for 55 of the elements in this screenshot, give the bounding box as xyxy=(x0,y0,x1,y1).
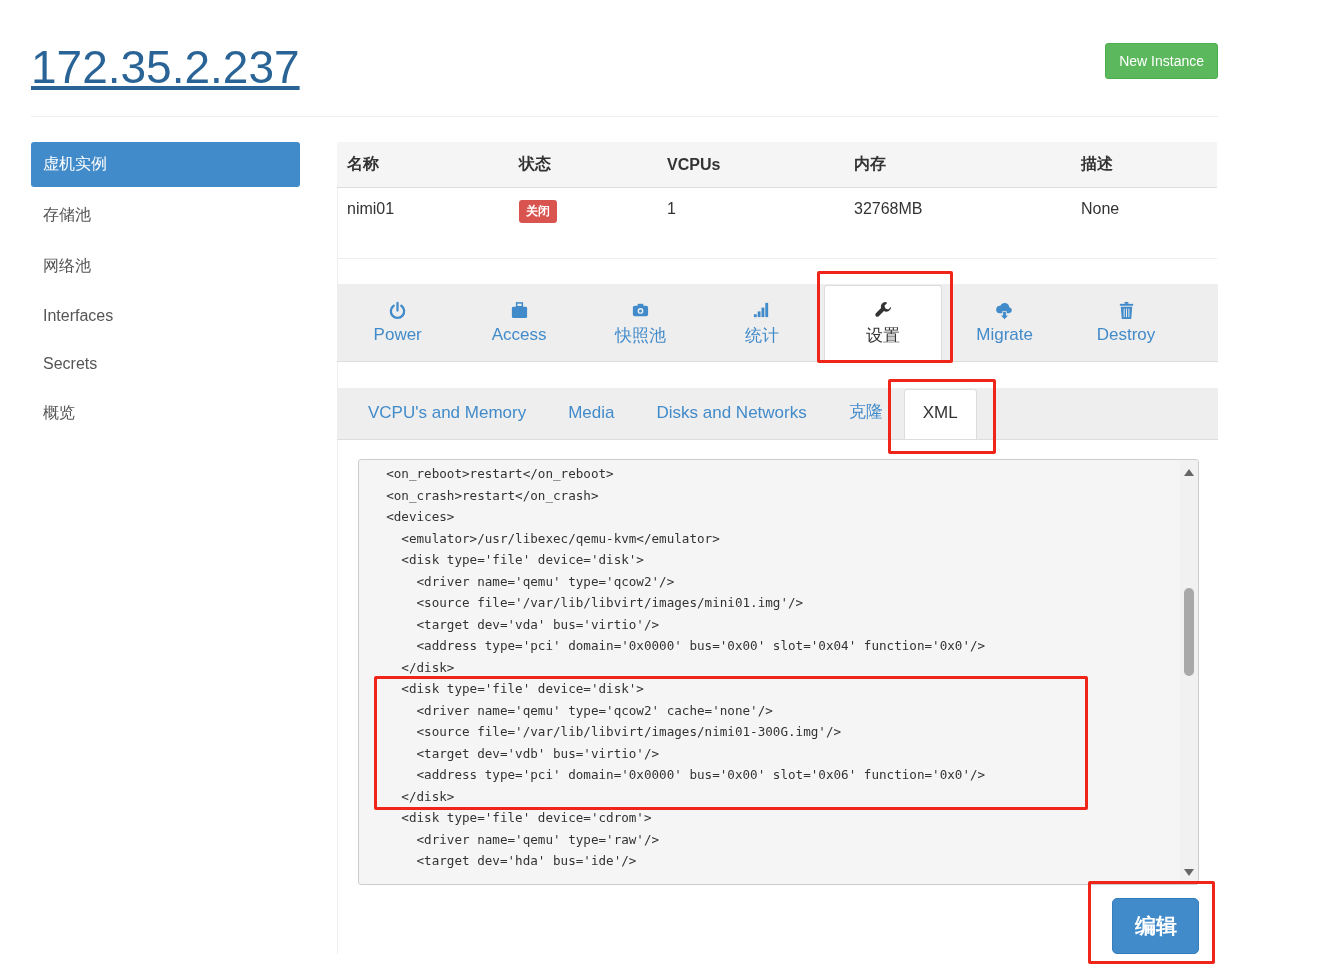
edit-button[interactable]: 编辑 xyxy=(1112,898,1199,954)
settings-tab[interactable]: Disks and Networks xyxy=(635,389,828,439)
sidebar-item[interactable]: Secrets xyxy=(31,343,300,385)
column-header: VCPUs xyxy=(657,142,844,188)
code-line: <emulator>/usr/libexec/qemu-kvm</emulator> xyxy=(400,529,721,548)
action-tab[interactable]: 设置 xyxy=(824,285,943,361)
code-line: <address type='pci' domain='0x0000' bus='0x00' slot='0x04' function='0x0'/> xyxy=(415,637,987,655)
code-line: <target dev='vda' bus='virtio'/> xyxy=(415,615,661,634)
cloud-download-icon xyxy=(995,301,1015,320)
column-header: 内存 xyxy=(844,142,1071,188)
code-line: <disk type='file' device='disk'> xyxy=(400,680,645,698)
table-cell: nimi01 xyxy=(337,187,509,259)
action-tab[interactable]: Destroy xyxy=(1068,285,1185,361)
settings-tab[interactable]: VCPU's and Memory xyxy=(347,389,548,439)
settings-tab[interactable]: XML xyxy=(903,389,977,439)
column-header: 名称 xyxy=(337,142,509,188)
code-line: <target dev='vdb' bus='virtio'/> xyxy=(415,744,661,763)
action-tab[interactable]: Access xyxy=(461,285,578,361)
code-line: <driver name='qemu' type='qcow2' cache='none'/> xyxy=(415,701,774,720)
table-cell: 1 xyxy=(657,187,844,259)
sidebar-item[interactable]: 概览 xyxy=(31,391,300,436)
settings-tab[interactable]: 克隆 xyxy=(827,386,904,439)
code-line: <driver name='qemu' type='raw'/> xyxy=(415,830,661,849)
briefcase-icon xyxy=(509,301,529,320)
sidebar-item[interactable]: 网络池 xyxy=(31,244,300,289)
code-line: <driver name='qemu' type='qcow2'/> xyxy=(415,572,676,591)
code-line: <devices> xyxy=(385,508,456,526)
code-line: <disk type='file' device='cdrom'> xyxy=(400,809,653,827)
code-line: </disk> xyxy=(400,658,456,677)
status-badge: 关闭 xyxy=(519,200,557,223)
table-cell: 32768MB xyxy=(844,187,1071,259)
host-link[interactable]: 172.35.2.237 xyxy=(31,40,300,94)
code-line: </disk> xyxy=(400,787,456,806)
code-line: <target dev='hda' bus='ide'/> xyxy=(415,852,638,870)
action-tab[interactable]: 统计 xyxy=(703,285,820,361)
column-header: 描述 xyxy=(1071,142,1217,188)
new-instance-button[interactable]: New Instance xyxy=(1105,43,1218,79)
code-line: <on_reboot>restart</on_reboot> xyxy=(385,465,615,483)
settings-tab[interactable]: Media xyxy=(547,389,636,439)
power-icon xyxy=(388,301,408,320)
table-cell: None xyxy=(1071,187,1217,259)
sidebar-item[interactable]: 虚机实例 xyxy=(31,142,300,187)
wrench-icon xyxy=(873,300,893,319)
code-line: <source file='/var/lib/libvirt/images/mini01.img'/> xyxy=(415,594,805,612)
xml-editor[interactable] xyxy=(358,459,1199,885)
sidebar-item[interactable]: Interfaces xyxy=(31,295,300,337)
action-tab[interactable]: Power xyxy=(339,285,456,361)
code-line: <disk type='file' device='disk'> xyxy=(400,551,645,569)
action-tab[interactable]: Migrate xyxy=(946,285,1063,361)
code-line: <source file='/var/lib/libvirt/images/nimi01-300G.img'/> xyxy=(415,723,843,741)
column-header: 状态 xyxy=(509,142,657,188)
code-line: <address type='pci' domain='0x0000' bus='0x00' slot='0x06' function='0x0'/> xyxy=(415,766,987,784)
sidebar-item[interactable]: 存储池 xyxy=(31,193,300,238)
code-line: <on_crash>restart</on_crash> xyxy=(385,486,600,505)
action-tab[interactable]: 快照池 xyxy=(582,285,699,361)
